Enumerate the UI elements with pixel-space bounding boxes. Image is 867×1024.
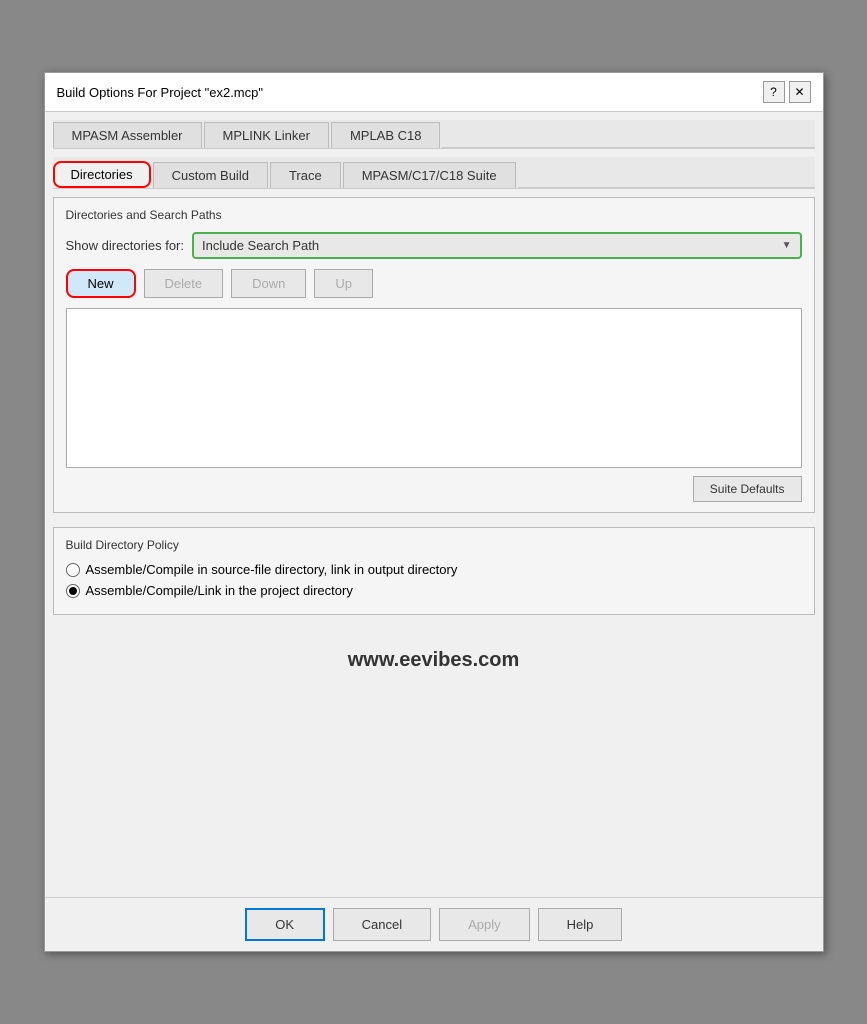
- title-bar: Build Options For Project "ex2.mcp" ? ✕: [45, 73, 823, 112]
- tab-custom-build[interactable]: Custom Build: [153, 162, 268, 188]
- directories-section-label: Directories and Search Paths: [66, 208, 802, 222]
- radio-option-1[interactable]: [66, 563, 80, 577]
- dialog: Build Options For Project "ex2.mcp" ? ✕ …: [44, 72, 824, 952]
- show-directories-label: Show directories for:: [66, 238, 185, 253]
- policy-section-label: Build Directory Policy: [66, 538, 802, 552]
- show-directories-row: Show directories for: Include Search Pat…: [66, 232, 802, 259]
- tab-mplink-linker[interactable]: MPLINK Linker: [204, 122, 329, 148]
- dialog-title: Build Options For Project "ex2.mcp": [57, 85, 263, 100]
- up-button[interactable]: Up: [314, 269, 373, 298]
- help-dialog-button[interactable]: Help: [538, 908, 623, 941]
- suite-defaults-row: Suite Defaults: [66, 476, 802, 502]
- search-path-dropdown[interactable]: Include Search Path ▼: [192, 232, 802, 259]
- tab-row-top: MPASM Assembler MPLINK Linker MPLAB C18: [53, 120, 815, 149]
- directory-buttons-row: New Delete Down Up: [66, 269, 802, 298]
- dialog-body: MPASM Assembler MPLINK Linker MPLAB C18 …: [45, 112, 823, 897]
- policy-option-1-label: Assemble/Compile in source-file director…: [86, 562, 458, 577]
- dropdown-value: Include Search Path: [202, 238, 319, 253]
- directories-section: Directories and Search Paths Show direct…: [53, 197, 815, 513]
- policy-option-2-row: Assemble/Compile/Link in the project dir…: [66, 583, 802, 598]
- tab-mpasm-assembler[interactable]: MPASM Assembler: [53, 122, 202, 148]
- tab-mpasm-suite[interactable]: MPASM/C17/C18 Suite: [343, 162, 516, 188]
- close-button[interactable]: ✕: [789, 81, 811, 103]
- ok-button[interactable]: OK: [245, 908, 325, 941]
- suite-defaults-button[interactable]: Suite Defaults: [693, 476, 802, 502]
- down-button[interactable]: Down: [231, 269, 306, 298]
- radio-option-2[interactable]: [66, 584, 80, 598]
- policy-option-1-row: Assemble/Compile in source-file director…: [66, 562, 802, 577]
- policy-option-2-label: Assemble/Compile/Link in the project dir…: [86, 583, 353, 598]
- watermark: www.eevibes.com: [53, 629, 815, 682]
- tab-directories[interactable]: Directories: [53, 161, 151, 188]
- tab-trace[interactable]: Trace: [270, 162, 341, 188]
- bottom-bar: OK Cancel Apply Help: [45, 897, 823, 951]
- directory-list: [66, 308, 802, 468]
- policy-section: Build Directory Policy Assemble/Compile …: [53, 527, 815, 615]
- chevron-down-icon: ▼: [782, 240, 792, 251]
- tab-row-bottom: Directories Custom Build Trace MPASM/C17…: [53, 157, 815, 189]
- delete-button[interactable]: Delete: [144, 269, 224, 298]
- help-button[interactable]: ?: [763, 81, 785, 103]
- apply-button[interactable]: Apply: [439, 908, 530, 941]
- new-button[interactable]: New: [66, 269, 136, 298]
- cancel-button[interactable]: Cancel: [333, 908, 431, 941]
- tab-mplab-c18[interactable]: MPLAB C18: [331, 122, 441, 148]
